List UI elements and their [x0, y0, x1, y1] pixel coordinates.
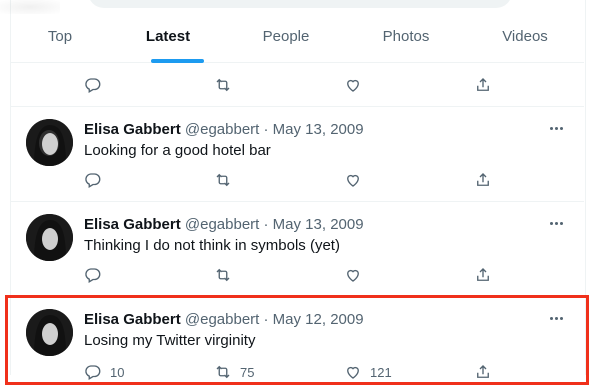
separator: ·: [263, 311, 269, 328]
reply-icon: [85, 173, 101, 188]
tab-photos[interactable]: Photos: [366, 22, 446, 62]
share-icon: [477, 268, 489, 281]
reply-icon: [85, 268, 101, 283]
share-button[interactable]: [474, 265, 492, 285]
avatar-photo: [26, 214, 73, 261]
share-icon: [477, 78, 489, 91]
author-handle[interactable]: @egabbert: [185, 311, 259, 328]
like-icon: [347, 79, 359, 92]
author-name[interactable]: Elisa Gabbert: [84, 311, 181, 328]
tweet-actions: [84, 75, 494, 95]
separator: ·: [263, 216, 269, 233]
tweet-text: Losing my Twitter virginity: [84, 332, 256, 349]
retweet-button[interactable]: 75: [214, 362, 254, 382]
more-icon: [549, 221, 553, 225]
like-icon: [347, 269, 359, 282]
tweet-date[interactable]: May 12, 2009: [273, 311, 364, 328]
tab-top[interactable]: Top: [10, 22, 110, 62]
reply-icon: [85, 365, 101, 380]
tweet-header: Elisa Gabbert @egabbert · May 12, 2009: [84, 311, 364, 328]
share-button[interactable]: [474, 170, 492, 190]
share-icon: [477, 365, 489, 378]
retweet-count: 75: [240, 364, 255, 380]
more-button[interactable]: [546, 123, 566, 133]
avatar[interactable]: [26, 214, 73, 261]
tweet-header: Elisa Gabbert @egabbert · May 13, 2009: [84, 121, 364, 138]
author-name[interactable]: Elisa Gabbert: [84, 121, 181, 138]
tweet-date[interactable]: May 13, 2009: [273, 121, 364, 138]
tweet-header: Elisa Gabbert @egabbert · May 13, 2009: [84, 216, 364, 233]
retweet-button[interactable]: [214, 265, 232, 285]
tab-people[interactable]: People: [246, 22, 326, 62]
like-button[interactable]: 121: [344, 362, 392, 382]
more-button[interactable]: [546, 313, 566, 323]
tweet-text: Thinking I do not think in symbols (yet): [84, 237, 340, 254]
author-handle[interactable]: @egabbert: [185, 216, 259, 233]
like-icon: [347, 174, 359, 187]
like-count: 121: [370, 364, 392, 380]
reply-count: 10: [110, 364, 125, 380]
reply-button[interactable]: 10: [84, 362, 124, 382]
avatar-photo: [26, 309, 73, 356]
more-icon: [549, 126, 553, 130]
separator: ·: [263, 121, 269, 138]
retweet-icon: [216, 173, 230, 187]
share-button[interactable]: [474, 75, 492, 95]
more-button[interactable]: [546, 218, 566, 228]
tweet-date[interactable]: May 13, 2009: [273, 216, 364, 233]
like-icon: [347, 366, 359, 379]
like-button[interactable]: [344, 170, 362, 190]
retweet-icon: [216, 268, 230, 282]
search-tabs: Top Latest People Photos Videos: [10, 22, 584, 63]
avatar-photo: [26, 119, 73, 166]
retweet-button[interactable]: [214, 170, 232, 190]
tweet-text: Looking for a good hotel bar: [84, 142, 271, 159]
tweet-actions: 10 75 121: [84, 362, 494, 382]
like-button[interactable]: [344, 265, 362, 285]
tweet-actions: [84, 170, 494, 190]
active-tab-indicator: [151, 59, 204, 63]
tab-videos[interactable]: Videos: [485, 22, 565, 62]
search-shadow: [0, 0, 60, 14]
more-icon: [549, 316, 553, 320]
reply-icon: [85, 78, 101, 93]
reply-button[interactable]: [84, 265, 102, 285]
tab-latest[interactable]: Latest: [128, 22, 208, 62]
share-button[interactable]: [474, 362, 492, 382]
reply-button[interactable]: [84, 170, 102, 190]
avatar[interactable]: [26, 309, 73, 356]
share-icon: [477, 173, 489, 186]
tweet-actions: [84, 265, 494, 285]
author-handle[interactable]: @egabbert: [185, 121, 259, 138]
avatar[interactable]: [26, 119, 73, 166]
reply-button[interactable]: [84, 75, 102, 95]
retweet-icon: [216, 365, 230, 379]
search-bar[interactable]: [88, 0, 512, 8]
like-button[interactable]: [344, 75, 362, 95]
retweet-icon: [216, 78, 230, 92]
author-name[interactable]: Elisa Gabbert: [84, 216, 181, 233]
retweet-button[interactable]: [214, 75, 232, 95]
